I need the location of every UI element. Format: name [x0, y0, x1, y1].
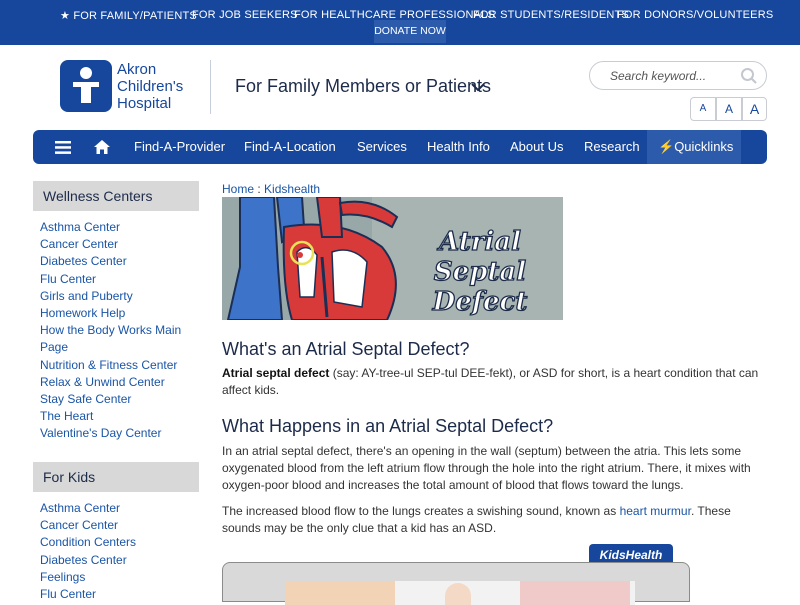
breadcrumb-current-link[interactable]: Kidshealth — [264, 182, 320, 196]
video-player-frame[interactable] — [222, 562, 690, 605]
utility-donors-link[interactable]: FOR DONORS/VOLUNTEERS — [617, 9, 773, 21]
main-nav: Find-A-Provider Find-A-Location Services… — [33, 130, 767, 164]
quicklinks-button[interactable]: ⚡Quicklinks — [647, 130, 741, 164]
sidebar-item[interactable]: Asthma Center — [40, 219, 195, 236]
menu-icon[interactable] — [55, 141, 71, 159]
sidebar-item[interactable]: Girls and Puberty — [40, 288, 195, 305]
paragraph-explanation: In an atrial septal defect, there's an o… — [222, 444, 751, 492]
utility-family-link[interactable]: ★ FOR FAMILY/PATIENTS — [60, 9, 197, 22]
nav-services[interactable]: Services — [357, 130, 407, 164]
paragraph-murmur: The increased blood flow to the lungs cr… — [222, 504, 731, 535]
sidebar-list-wellness: Asthma Center Cancer Center Diabetes Cen… — [40, 219, 195, 443]
sidebar-item[interactable]: How the Body Works Main Page — [40, 322, 195, 356]
sidebar-item[interactable]: Flu Center — [40, 271, 195, 288]
donate-button[interactable]: DONATE NOW — [374, 20, 446, 43]
sidebar-item[interactable]: Homework Help — [40, 305, 195, 322]
nav-about-us[interactable]: About Us — [510, 130, 563, 164]
heart-murmur-link[interactable]: heart murmur — [620, 504, 691, 518]
text-size-small-button[interactable]: A — [690, 97, 716, 121]
breadcrumb-home-link[interactable]: Home — [222, 182, 254, 196]
breadcrumb: Home : Kidshealth — [222, 182, 320, 196]
nav-find-a-location[interactable]: Find-A-Location — [244, 130, 336, 164]
breadcrumb-separator: : — [257, 182, 261, 196]
section-heading-what: What's an Atrial Septal Defect? — [222, 339, 470, 359]
utility-students-link[interactable]: FOR STUDENTS/RESIDENTS — [473, 9, 629, 21]
sidebar-item[interactable]: The Heart — [40, 408, 195, 425]
text-size-medium-button[interactable]: A — [716, 97, 742, 121]
hero-illustration: Atrial Septal Defect — [222, 197, 563, 320]
search-icon[interactable] — [740, 67, 758, 90]
sidebar-item[interactable]: Cancer Center — [40, 236, 195, 253]
sidebar-item[interactable]: Cancer Center — [40, 517, 195, 534]
sidebar-item[interactable]: Diabetes Center — [40, 253, 195, 270]
home-icon[interactable] — [93, 139, 111, 160]
nav-find-a-provider[interactable]: Find-A-Provider — [134, 130, 225, 164]
utility-job-link[interactable]: FOR JOB SEEKERS — [192, 9, 298, 21]
text-size-large-button[interactable]: A — [742, 97, 767, 121]
paragraph-intro: Atrial septal defect (say: AY-tree-ul SE… — [222, 366, 759, 397]
sidebar-heading-wellness: Wellness Centers — [33, 181, 199, 211]
hero-title: Atrial Septal Defect — [432, 226, 528, 317]
sidebar-item[interactable]: Valentine's Day Center — [40, 425, 195, 442]
search-input[interactable] — [610, 67, 735, 85]
hospital-logo-icon[interactable] — [60, 60, 112, 112]
nav-health-info[interactable]: Health Info — [427, 130, 490, 164]
sidebar-item[interactable]: Nutrition & Fitness Center — [40, 357, 195, 374]
section-heading-happens: What Happens in an Atrial Septal Defect? — [222, 416, 554, 436]
chevron-down-icon[interactable] — [470, 80, 486, 98]
sidebar-item[interactable]: Condition Centers — [40, 534, 195, 551]
sidebar-item[interactable]: Feelings — [40, 569, 195, 586]
sidebar-item[interactable]: Relax & Unwind Center — [40, 374, 195, 391]
sidebar-item[interactable]: Flu Center — [40, 586, 195, 603]
utility-bar: ★ FOR FAMILY/PATIENTS FOR JOB SEEKERS FO… — [0, 0, 800, 45]
bolt-icon: ⚡ — [658, 139, 675, 154]
sidebar-list-kids: Asthma Center Cancer Center Condition Ce… — [40, 500, 195, 603]
audience-selector[interactable]: For Family Members or Patients — [235, 76, 491, 97]
sidebar-heading-kids: For Kids — [33, 462, 199, 492]
sidebar-item[interactable]: Asthma Center — [40, 500, 195, 517]
sidebar-item[interactable]: Diabetes Center — [40, 552, 195, 569]
video-thumbnail[interactable] — [285, 581, 635, 605]
star-icon: ★ — [60, 10, 71, 22]
header-divider — [210, 60, 211, 114]
nav-research[interactable]: Research — [584, 130, 640, 164]
hospital-logo-text[interactable]: Akron Children's Hospital — [117, 61, 212, 112]
search-box — [589, 61, 767, 90]
sidebar-item[interactable]: Stay Safe Center — [40, 391, 195, 408]
